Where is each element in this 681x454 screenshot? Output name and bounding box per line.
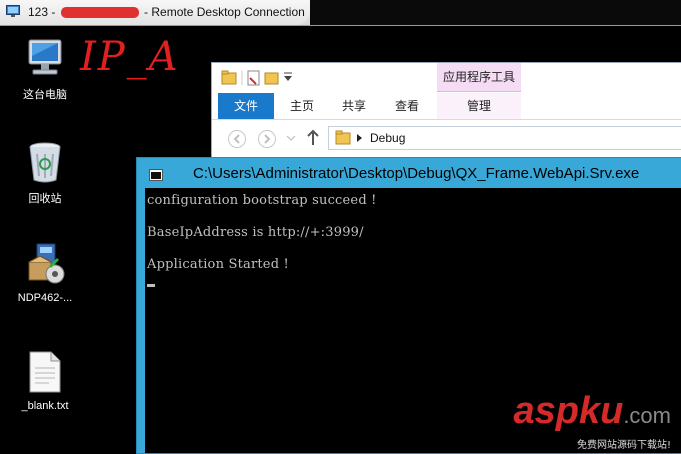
desktop-icon-label: 回收站 [28,193,62,205]
rdp-title-bar-dark [310,0,681,25]
redacted-host-mark [60,7,139,19]
watermark-domain: .com [623,403,671,428]
tab-share[interactable]: 共享 [334,93,374,119]
watermark-brand: aspku.com [513,390,671,432]
folder-icon [335,130,351,145]
console-line: Application Started ! [147,257,289,272]
desktop-icon-blank-txt[interactable]: _blank.txt [10,350,80,412]
desktop-icon-label: 这台电脑 [23,89,67,101]
rdp-window-title: 123 - - Remote Desktop Connection [28,5,305,19]
watermark-tagline: 免费网站源码下载站! [576,440,671,451]
text-file-icon [29,351,61,393]
back-button[interactable] [228,130,246,148]
recent-locations-chevron-icon[interactable] [286,134,296,142]
installer-icon [28,243,65,284]
back-arrow-icon [233,134,240,144]
tab-view[interactable]: 查看 [387,93,427,119]
console-title: C:\Users\Administrator\Desktop\Debug\QX_… [193,165,640,182]
address-path: Debug [370,131,406,145]
rdp-title-prefix: 123 - [28,5,56,19]
forward-button[interactable] [258,130,276,148]
watermark: aspku.com 免费网站源码下载站! [513,392,671,451]
forward-arrow-icon [264,134,271,144]
desktop-icon-ndp462[interactable]: NDP462-... [10,242,80,304]
breadcrumb-chevron-icon[interactable] [356,133,364,143]
folder-icon[interactable] [221,70,237,85]
quick-access-toolbar [220,69,300,87]
properties-icon[interactable] [247,70,260,86]
rdp-title-bar: 123 - - Remote Desktop Connection [0,0,681,26]
ip-annotation: IP_A [80,34,180,80]
desktop-icon-label: NDP462-... [17,292,73,304]
context-tab-app-tools: 应用程序工具 [437,63,521,92]
console-title-bar[interactable]: C:\Users\Administrator\Desktop\Debug\QX_… [137,158,681,188]
ribbon-tabs: 文件 主页 共享 查看 管理 [212,93,681,120]
rdp-title-area: 123 - - Remote Desktop Connection [0,0,310,25]
desktop-icon-this-pc[interactable]: 这台电脑 [10,38,80,102]
desktop-icon-recycle-bin[interactable]: 回收站 [10,140,80,206]
tab-file[interactable]: 文件 [218,93,274,119]
file-explorer-window: 应用程序工具 文件 主页 共享 查看 管理 Debug [211,62,681,163]
address-bar[interactable]: Debug [328,126,681,150]
address-row: Debug [212,123,681,153]
chevron-down-icon[interactable] [284,72,292,81]
console-cursor [147,284,155,287]
new-folder-icon[interactable] [264,72,279,85]
tab-manage[interactable]: 管理 [437,93,521,119]
recycle-bin-icon [29,142,61,183]
rdp-title-suffix: - Remote Desktop Connection [144,5,305,19]
up-arrow-icon[interactable] [306,129,320,147]
console-app-icon [149,169,163,181]
desktop-icon-label: _blank.txt [21,400,69,412]
console-line: configuration bootstrap succeed ! [147,193,377,208]
computer-icon [28,39,62,75]
tab-home[interactable]: 主页 [282,93,322,119]
remote-desktop-icon [6,5,20,17]
console-line: BaseIpAddress is http://+:3999/ [147,225,364,240]
